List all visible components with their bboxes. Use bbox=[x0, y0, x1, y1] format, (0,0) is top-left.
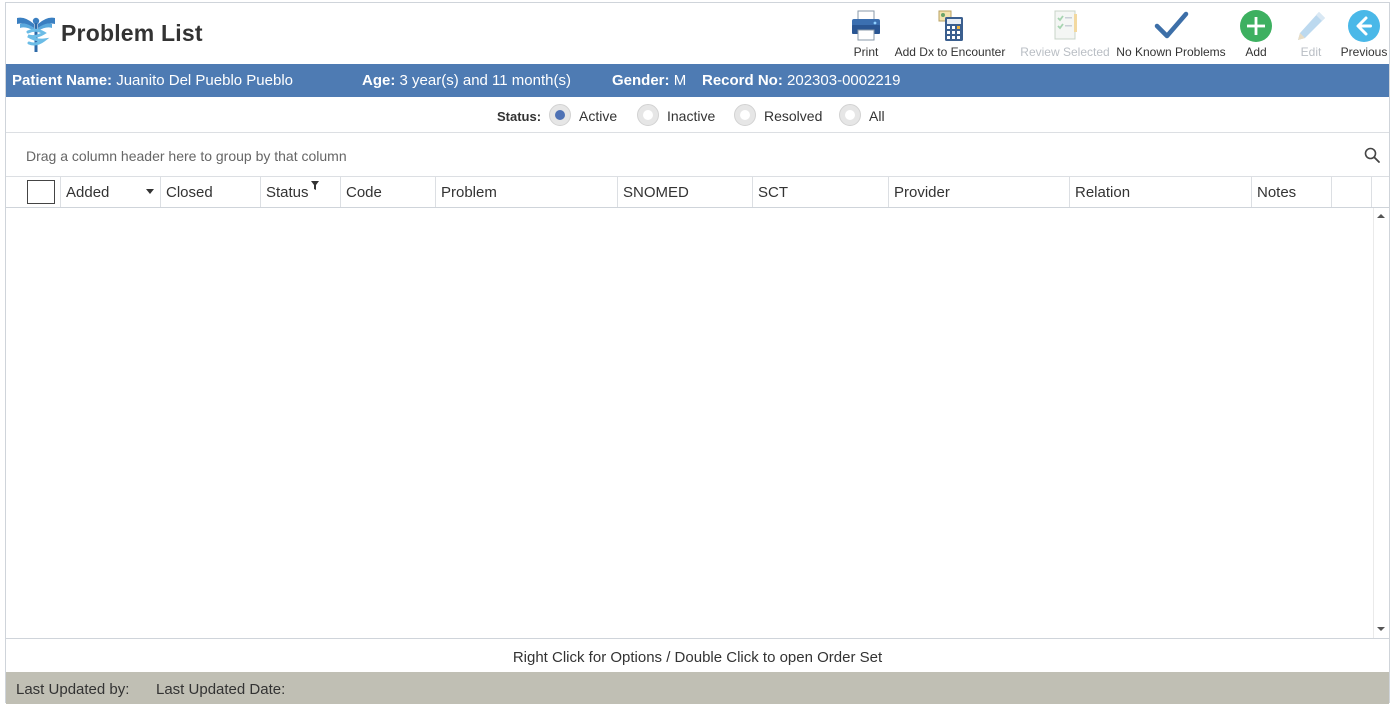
plus-circle-icon bbox=[1240, 10, 1272, 42]
column-label: Status bbox=[266, 184, 309, 201]
previous-label: Previous bbox=[1340, 45, 1388, 59]
radio-label-resolved: Resolved bbox=[764, 108, 823, 124]
add-label: Add bbox=[1245, 45, 1267, 59]
add-dx-to-encounter-button[interactable]: Add Dx to Encounter bbox=[892, 5, 1008, 63]
status-filter-label: Status: bbox=[497, 109, 542, 124]
radio-label-inactive: Inactive bbox=[667, 108, 716, 124]
radio-circle bbox=[839, 104, 861, 126]
column-header-added[interactable]: Added bbox=[61, 177, 161, 207]
no-known-problems-label: No Known Problems bbox=[1116, 45, 1226, 59]
patient-name-value: Juanito Del Pueblo Pueblo bbox=[116, 72, 293, 89]
status-radio-all[interactable]: All bbox=[839, 104, 899, 126]
column-header-code[interactable]: Code bbox=[341, 177, 436, 207]
status-radio-inactive[interactable]: Inactive bbox=[637, 104, 727, 126]
checkmark-icon bbox=[1154, 11, 1189, 39]
caduceus-icon bbox=[17, 17, 55, 52]
patient-gender-label: Gender: bbox=[612, 72, 670, 89]
scroll-up-icon[interactable] bbox=[1376, 211, 1386, 221]
radio-circle bbox=[637, 104, 659, 126]
column-label: SCT bbox=[758, 184, 788, 201]
patient-record-value: 202303-0002219 bbox=[787, 72, 901, 89]
group-by-hint: Drag a column header here to group by th… bbox=[26, 148, 347, 164]
no-known-problems-button[interactable]: No Known Problems bbox=[1114, 5, 1228, 63]
patient-age-value: 3 year(s) and 11 month(s) bbox=[399, 72, 571, 89]
printer-icon bbox=[852, 10, 880, 41]
patient-record-label: Record No: bbox=[702, 72, 783, 89]
print-label: Print bbox=[853, 45, 879, 59]
filter-icon[interactable] bbox=[311, 181, 319, 190]
previous-button[interactable]: Previous bbox=[1340, 5, 1388, 63]
patient-info-bar: Patient Name: Juanito Del Pueblo Pueblo … bbox=[6, 64, 1389, 97]
header: Problem List Print Add Dx to Encounter R… bbox=[6, 3, 1389, 64]
column-header-problem[interactable]: Problem bbox=[436, 177, 618, 207]
review-selected-label: Review Selected bbox=[1020, 45, 1110, 59]
scroll-down-icon[interactable] bbox=[1376, 624, 1386, 634]
column-label: Notes bbox=[1257, 184, 1297, 201]
column-label: Problem bbox=[441, 184, 497, 201]
edit-button[interactable]: Edit bbox=[1292, 5, 1330, 63]
edit-label: Edit bbox=[1300, 45, 1322, 59]
column-label: Added bbox=[66, 184, 110, 201]
footer-bar: Last Updated by: Last Updated Date: bbox=[6, 672, 1389, 704]
add-button[interactable]: Add bbox=[1236, 5, 1276, 63]
status-filter: Status: Active Inactive Resolved All bbox=[6, 97, 1389, 133]
patient-name-label: Patient Name: bbox=[12, 72, 113, 89]
grid-header: Added Closed Status Code Problem SNOMED … bbox=[6, 177, 1389, 208]
column-header-closed[interactable]: Closed bbox=[161, 177, 261, 207]
column-header-spacer bbox=[1332, 177, 1372, 207]
column-label: Closed bbox=[166, 184, 213, 201]
patient-name: Patient Name: Juanito Del Pueblo Pueblo bbox=[12, 72, 293, 89]
patient-age-label: Age: bbox=[362, 72, 396, 89]
search-icon[interactable] bbox=[1363, 146, 1381, 164]
last-updated-by: Last Updated by: bbox=[16, 681, 130, 698]
column-label: Relation bbox=[1075, 184, 1131, 201]
column-label: SNOMED bbox=[623, 184, 689, 201]
grid-usage-hint: Right Click for Options / Double Click t… bbox=[512, 649, 883, 666]
column-header-sct[interactable]: SCT bbox=[753, 177, 889, 207]
page-title: Problem List bbox=[61, 20, 203, 46]
last-updated-date: Last Updated Date: bbox=[156, 681, 286, 698]
radio-label-all: All bbox=[869, 108, 885, 124]
grid-body[interactable] bbox=[6, 208, 1389, 639]
radio-label-active: Active bbox=[579, 108, 618, 124]
pencil-icon bbox=[1298, 12, 1325, 40]
column-label: Code bbox=[346, 184, 382, 201]
column-header-snomed[interactable]: SNOMED bbox=[618, 177, 753, 207]
patient-age: Age: 3 year(s) and 11 month(s) bbox=[362, 72, 571, 89]
checklist-icon bbox=[1054, 10, 1077, 40]
add-dx-label: Add Dx to Encounter bbox=[894, 45, 1006, 59]
select-all-checkbox[interactable] bbox=[27, 180, 55, 204]
vertical-scrollbar[interactable] bbox=[1373, 208, 1389, 638]
sort-descending-icon bbox=[146, 189, 154, 194]
calculator-icon bbox=[938, 10, 963, 41]
column-header-relation[interactable]: Relation bbox=[1070, 177, 1252, 207]
radio-circle bbox=[734, 104, 756, 126]
group-by-panel[interactable]: Drag a column header here to group by th… bbox=[6, 134, 1389, 177]
column-header-provider[interactable]: Provider bbox=[889, 177, 1070, 207]
back-arrow-icon bbox=[1348, 10, 1380, 42]
review-selected-button[interactable]: Review Selected bbox=[1020, 5, 1110, 63]
select-all-column bbox=[6, 177, 61, 207]
status-radio-resolved[interactable]: Resolved bbox=[734, 104, 828, 126]
column-label: Provider bbox=[894, 184, 950, 201]
radio-circle bbox=[549, 104, 571, 126]
patient-gender-value: M bbox=[673, 72, 687, 89]
problem-list-window: Problem List Print Add Dx to Encounter R… bbox=[5, 2, 1390, 704]
status-radio-active[interactable]: Active bbox=[549, 104, 629, 126]
column-header-notes[interactable]: Notes bbox=[1252, 177, 1332, 207]
patient-record: Record No: 202303-0002219 bbox=[702, 72, 900, 89]
print-button[interactable]: Print bbox=[844, 5, 888, 63]
patient-gender: Gender: M bbox=[612, 72, 686, 89]
column-header-status[interactable]: Status bbox=[261, 177, 341, 207]
